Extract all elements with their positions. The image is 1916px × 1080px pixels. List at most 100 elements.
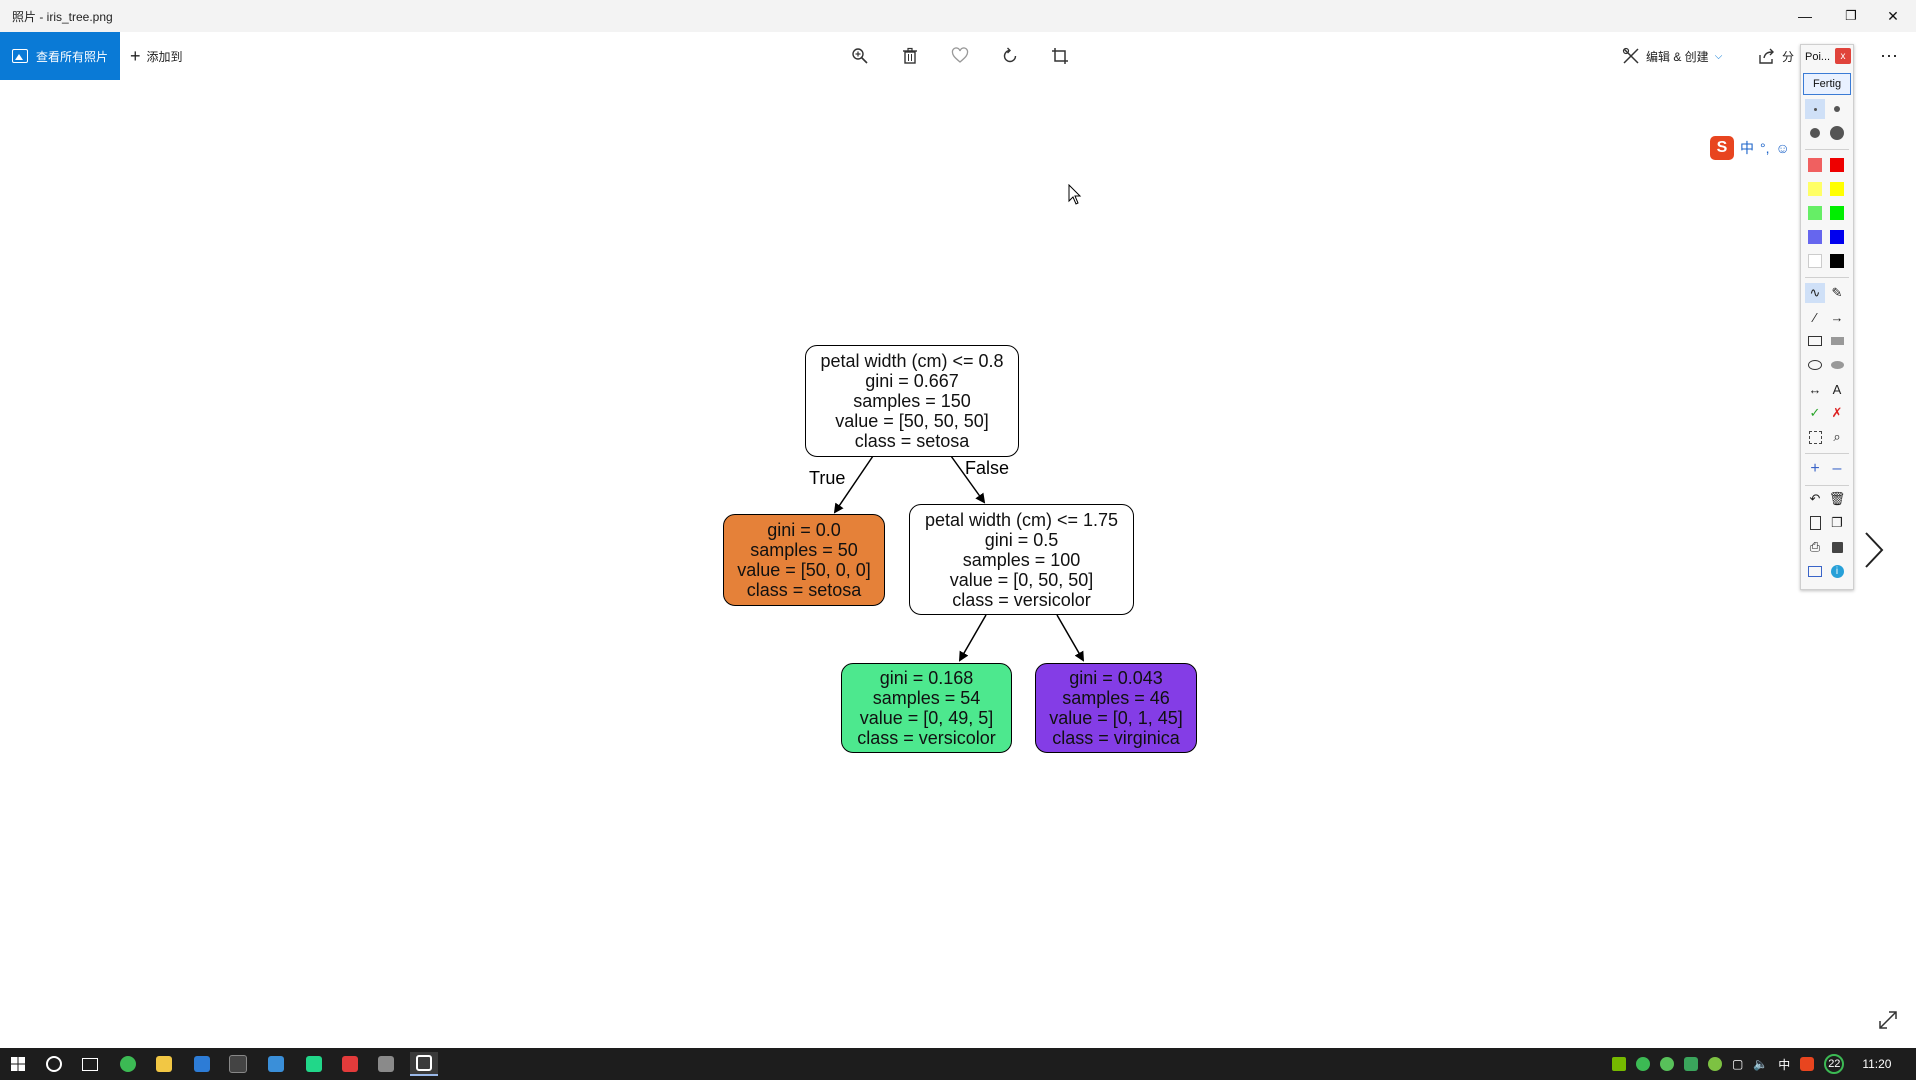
rotate-button[interactable] bbox=[993, 40, 1027, 72]
done-button[interactable]: Fertig bbox=[1803, 73, 1851, 95]
line-icon: ∕ bbox=[1813, 309, 1817, 325]
paint-close-button[interactable]: x bbox=[1835, 48, 1851, 64]
color-swatch[interactable] bbox=[1827, 179, 1847, 199]
zoom-plus-button[interactable]: + bbox=[1805, 459, 1825, 479]
editor-icon bbox=[342, 1056, 358, 1072]
security-icon[interactable] bbox=[1708, 1057, 1722, 1071]
task-view-button[interactable] bbox=[76, 1052, 104, 1076]
color-swatch[interactable] bbox=[1805, 203, 1825, 223]
taskbar-app-editor[interactable] bbox=[336, 1052, 364, 1076]
zoom-minus-button[interactable]: – bbox=[1827, 459, 1847, 479]
restore-button[interactable]: ❐ bbox=[1828, 0, 1874, 32]
taskbar-app-viewer[interactable] bbox=[372, 1052, 400, 1076]
print-button[interactable]: ⎙ bbox=[1805, 537, 1825, 557]
copy-button[interactable]: ❐ bbox=[1827, 513, 1847, 533]
ellipse-icon bbox=[1808, 360, 1822, 370]
taskbar-app-terminal[interactable] bbox=[224, 1052, 252, 1076]
folder-icon bbox=[156, 1056, 172, 1072]
taskbar-app-photos[interactable] bbox=[410, 1052, 438, 1076]
ime-punct-icon[interactable]: °, bbox=[1760, 140, 1770, 156]
network-icon[interactable]: ▢ bbox=[1732, 1057, 1743, 1071]
volume-icon[interactable]: 🔈 bbox=[1753, 1057, 1768, 1071]
clock[interactable]: 11:20 bbox=[1862, 1057, 1891, 1071]
next-image-button[interactable] bbox=[1858, 528, 1890, 572]
save-button[interactable] bbox=[1827, 537, 1847, 557]
store-icon bbox=[194, 1056, 210, 1072]
printer-icon: ⎙ bbox=[1809, 539, 1821, 554]
minimize-button[interactable]: — bbox=[1782, 0, 1828, 32]
check-tool[interactable]: ✓ bbox=[1805, 403, 1825, 423]
shield-icon[interactable] bbox=[1684, 1057, 1698, 1071]
sogou-tray-icon[interactable] bbox=[1800, 1057, 1815, 1071]
undo-button[interactable]: ↶ bbox=[1805, 489, 1825, 509]
color-swatch[interactable] bbox=[1805, 179, 1825, 199]
add-to-button[interactable]: + 添加到 bbox=[130, 32, 183, 80]
taskbar-app-browser[interactable] bbox=[114, 1052, 142, 1076]
taskbar-app-store[interactable] bbox=[188, 1052, 216, 1076]
share-button[interactable]: 分 bbox=[1758, 32, 1794, 80]
swatch bbox=[1830, 230, 1844, 244]
photos-icon bbox=[12, 49, 28, 63]
input-language[interactable]: 中 bbox=[1778, 1056, 1790, 1073]
text-tool[interactable]: A bbox=[1827, 379, 1847, 399]
search-button[interactable] bbox=[40, 1052, 68, 1076]
view-all-photos-button[interactable]: 查看所有照片 bbox=[0, 32, 120, 80]
ime-mode[interactable]: 中 bbox=[1740, 138, 1754, 158]
edit-create-button[interactable]: 编辑 & 创建 ⌵ bbox=[1622, 32, 1722, 80]
line-tool[interactable]: ∕ bbox=[1805, 307, 1825, 327]
nvidia-icon[interactable] bbox=[1612, 1057, 1626, 1071]
favorite-button[interactable] bbox=[943, 40, 977, 72]
ime-emoji-icon[interactable]: ☺ bbox=[1776, 140, 1790, 156]
freehand-icon: ∿ bbox=[1809, 285, 1821, 300]
start-button[interactable] bbox=[4, 1052, 32, 1076]
system-tray: ▢ 🔈 中 22 11:20 bbox=[1612, 1048, 1891, 1080]
color-swatch[interactable] bbox=[1805, 251, 1825, 271]
close-button[interactable]: ✕ bbox=[1870, 0, 1916, 32]
zoom-button[interactable] bbox=[843, 40, 877, 72]
brush-size-3[interactable] bbox=[1805, 123, 1825, 143]
color-swatch[interactable] bbox=[1827, 203, 1847, 223]
color-swatch[interactable] bbox=[1827, 251, 1847, 271]
double-arrow-tool[interactable]: ↔ bbox=[1805, 379, 1825, 399]
freehand-tool[interactable]: ∿ bbox=[1805, 283, 1825, 303]
magnify-tool[interactable]: ⌕ bbox=[1827, 427, 1847, 447]
cross-tool[interactable]: ✗ bbox=[1827, 403, 1847, 423]
chat-icon[interactable] bbox=[1636, 1057, 1650, 1071]
color-swatch[interactable] bbox=[1827, 227, 1847, 247]
eraser-tool[interactable]: ✎ bbox=[1827, 283, 1847, 303]
color-swatch[interactable] bbox=[1805, 227, 1825, 247]
chevron-down-icon: ⌵ bbox=[1714, 50, 1723, 62]
delete-button[interactable] bbox=[893, 40, 927, 72]
taskbar-app-explorer[interactable] bbox=[150, 1052, 178, 1076]
image-button[interactable] bbox=[1805, 561, 1825, 581]
more-options-button[interactable]: ⋯ bbox=[1880, 32, 1898, 80]
color-swatch[interactable] bbox=[1805, 155, 1825, 175]
fullscreen-icon[interactable] bbox=[1876, 1008, 1900, 1032]
select-tool[interactable] bbox=[1805, 427, 1825, 447]
brush-size-2[interactable] bbox=[1827, 99, 1847, 119]
color-swatch[interactable] bbox=[1827, 155, 1847, 175]
undo-icon: ↶ bbox=[1809, 491, 1821, 506]
rectangle-tool[interactable] bbox=[1805, 331, 1825, 351]
brush-size-1[interactable] bbox=[1805, 99, 1825, 119]
sogou-logo-icon[interactable]: S bbox=[1710, 136, 1734, 160]
new-button[interactable] bbox=[1805, 513, 1825, 533]
taskbar-app-ide[interactable] bbox=[300, 1052, 328, 1076]
wechat-icon[interactable] bbox=[1660, 1057, 1674, 1071]
notification-badge[interactable]: 22 bbox=[1824, 1054, 1845, 1074]
edge-right-right bbox=[1056, 614, 1085, 662]
edge-label-false: False bbox=[965, 458, 1010, 478]
arrow-tool[interactable]: → bbox=[1827, 307, 1847, 327]
brush-size-4[interactable] bbox=[1827, 123, 1847, 143]
crop-button[interactable] bbox=[1043, 40, 1077, 72]
ide-icon bbox=[306, 1056, 322, 1072]
clear-button[interactable]: 🗑 bbox=[1827, 489, 1847, 509]
taskbar-app-remote[interactable] bbox=[262, 1052, 290, 1076]
swatch bbox=[1830, 206, 1844, 220]
filled-ellipse-tool[interactable] bbox=[1827, 355, 1847, 375]
node-line: gini = 0.0 bbox=[767, 520, 841, 540]
node-line: petal width (cm) <= 0.8 bbox=[820, 351, 1004, 371]
info-button[interactable]: i bbox=[1827, 561, 1847, 581]
filled-rectangle-tool[interactable] bbox=[1827, 331, 1847, 351]
ellipse-tool[interactable] bbox=[1805, 355, 1825, 375]
